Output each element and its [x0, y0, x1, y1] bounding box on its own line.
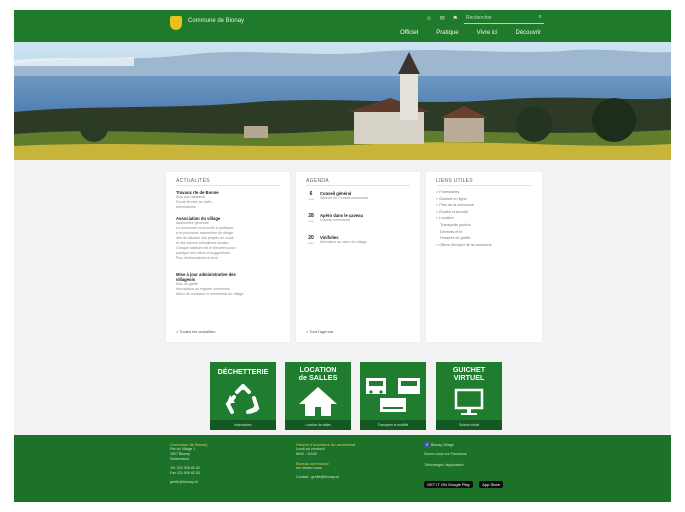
all-news-link[interactable]: > Toutes les actualités [176, 329, 215, 334]
quicklink-item[interactable]: > Écoles et accueil [436, 209, 534, 216]
facebook-link[interactable]: f Blonay Village [424, 442, 505, 448]
quicklinks-divider [436, 185, 532, 186]
tile-title: GUICHET VIRTUEL [436, 366, 502, 382]
news-item[interactable]: Travaux rte de Bonne Avis aux habitants … [176, 190, 282, 210]
quicklink-item[interactable]: > Location [436, 215, 534, 222]
quicklinks-panel: LIENS UTILES > Formulaires > Guichet en … [426, 172, 542, 342]
app-store-badge[interactable]: App Store [479, 481, 504, 488]
site-footer: Commune de Blonay Rte du Village 1 1807 … [14, 435, 671, 502]
recycle-icon [210, 383, 276, 418]
footer-email[interactable]: greffe@blonay.ch [170, 480, 207, 485]
quicklinks-title: LIENS UTILES [436, 178, 473, 184]
event-item[interactable]: Vinifolies Animation au cœur du village [320, 235, 414, 245]
event-month: juin [308, 241, 314, 245]
event-subtitle: Caveau communal [320, 218, 350, 222]
hero-banner [14, 42, 671, 160]
footer-line[interactable]: Contact : greffe@blonay.ch [296, 475, 355, 480]
event-date: 28 mai [306, 213, 316, 223]
transport-icon [360, 372, 426, 416]
quicklink-item[interactable]: Transports publics [436, 222, 534, 229]
nav-officiel[interactable]: Officiel [400, 30, 418, 36]
main-nav: Officiel Pratique Vivre ici Découvrir [400, 30, 541, 36]
event-item[interactable]: Conseil général Séance du Conseil commun… [320, 191, 414, 201]
event-date: 6 mai [306, 191, 316, 201]
event-subtitle: Séance du Conseil communal [320, 196, 368, 200]
search-input[interactable]: Rechercher ⌕ [464, 14, 544, 24]
news-item-line: Merci de contacter le secrétariat du vil… [176, 292, 244, 296]
news-item[interactable]: Mise à jour administrative des villageoi… [176, 272, 282, 297]
google-play-badge[interactable]: GET IT ON Google Play [424, 481, 473, 488]
coat-of-arms-logo[interactable] [170, 16, 182, 30]
news-title: ACTUALITÉS [176, 178, 210, 184]
quicklink-item[interactable]: > Plan de la commune [436, 202, 534, 209]
tile-guichet-virtuel[interactable]: GUICHET VIRTUEL Guichet virtuel [436, 362, 502, 430]
event-date: 20 juin [306, 235, 316, 245]
footer-line: sur rendez-vous [296, 466, 322, 470]
tile-footer: Guichet virtuel [436, 420, 502, 430]
tile-title-line2: VIRTUEL [453, 373, 485, 382]
tile-footer: Location de salles [285, 420, 351, 430]
app-badges: GET IT ON Google Play App Store [424, 473, 505, 491]
event-subtitle: Animation au cœur du village [320, 240, 367, 244]
tile-footer: Informations [210, 420, 276, 430]
event-month: mai [308, 219, 314, 223]
news-item-line: Informations [176, 205, 196, 209]
facebook-label[interactable]: Blonay Village [431, 443, 454, 447]
footer-social: f Blonay Village Suivez-nous sur Faceboo… [424, 442, 505, 491]
page: Commune de Blonay ☺ ✉ ⚑ Rechercher ⌕ Off… [14, 10, 671, 502]
tile-dechetterie[interactable]: DÉCHETTERIE Informations [210, 362, 276, 430]
tile-title: DÉCHETTERIE [217, 367, 269, 376]
all-agenda-link[interactable]: > Tout l'agenda [306, 329, 333, 334]
quicklink-item[interactable]: > Formulaires [436, 189, 534, 196]
facebook-icon[interactable]: f [424, 442, 430, 448]
nav-pratique[interactable]: Pratique [436, 30, 458, 36]
tile-title: LOCATION de SALLES [285, 366, 351, 382]
quicklink-item[interactable]: > Guichet en ligne [436, 196, 534, 203]
footer-line: 8h00 - 11h30 [296, 452, 317, 456]
nav-decouvrir[interactable]: Découvrir [516, 30, 542, 36]
tile-title-line2: de SALLES [298, 373, 338, 382]
screen-icon [436, 384, 502, 418]
footer-line: Suivez-nous sur Facebook [424, 452, 467, 456]
agenda-divider [306, 185, 410, 186]
village-landscape-image [14, 42, 671, 160]
nav-vivre-ici[interactable]: Vivre ici [477, 30, 498, 36]
house-icon [285, 384, 351, 418]
footer-line: Switzerland [170, 457, 189, 461]
news-item[interactable]: Association du village Assemblée général… [176, 216, 282, 261]
header-utility-icons[interactable]: ☺ ✉ ⚑ [426, 15, 461, 22]
quicklinks-list: > Formulaires > Guichet en ligne > Plan … [436, 189, 534, 248]
quicklink-item[interactable]: > Offres d'emploi de la commune [436, 242, 534, 249]
search-icon[interactable]: ⌕ [539, 14, 542, 21]
quicklink-item[interactable]: Déchets et tri [436, 229, 534, 236]
news-panel: ACTUALITÉS Travaux rte de Bonne Avis aux… [166, 172, 290, 342]
agenda-title: AGENDA [306, 178, 329, 184]
agenda-panel: AGENDA 6 mai Conseil général Séance du C… [296, 172, 420, 342]
event-item[interactable]: Apéro dans le caveau Caveau communal [320, 213, 414, 223]
event-month: mai [308, 197, 314, 201]
search-placeholder: Rechercher [466, 15, 492, 21]
quicklink-item[interactable]: Horaires du greffe [436, 235, 534, 242]
tile-transports[interactable]: Transports et mobilité [360, 362, 426, 430]
footer-line: Téléchargez l'application [424, 463, 464, 467]
footer-fax: Fax 021 926 82 83 [170, 471, 200, 475]
news-item-line: Plus d'informations à venir [176, 256, 219, 260]
tile-footer: Transports et mobilité [360, 420, 426, 430]
site-header: Commune de Blonay ☺ ✉ ⚑ Rechercher ⌕ Off… [14, 10, 671, 42]
footer-contact: Commune de Blonay Rte du Village 1 1807 … [170, 442, 207, 485]
site-brand[interactable]: Commune de Blonay [188, 18, 244, 24]
footer-hours: Heures d'ouverture du secrétariat Lundi … [296, 442, 355, 480]
news-divider [176, 185, 280, 186]
tile-location-salles[interactable]: LOCATION de SALLES Location de salles [285, 362, 351, 430]
